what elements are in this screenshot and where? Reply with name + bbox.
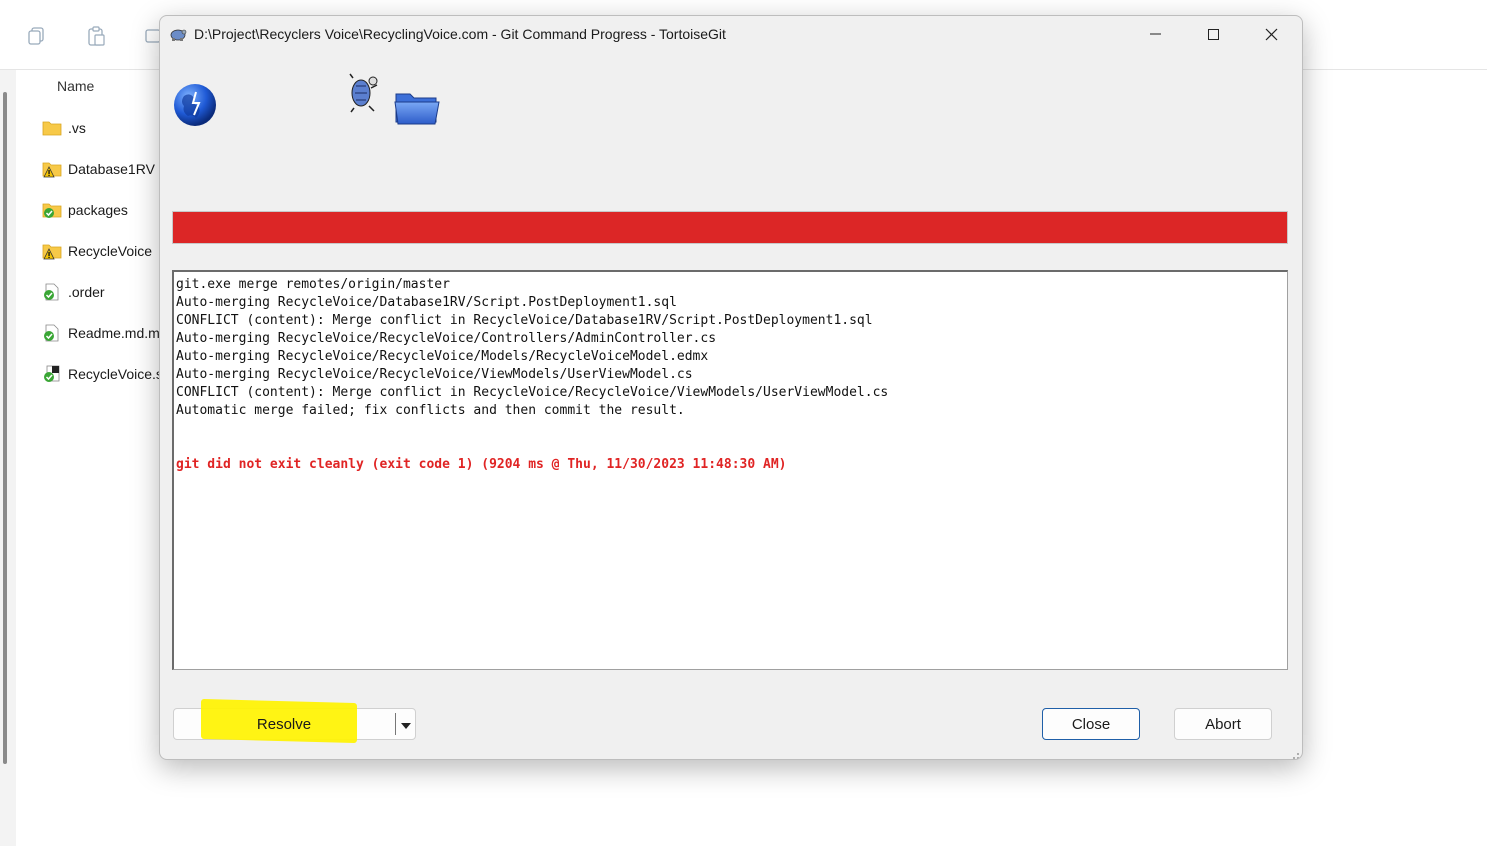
title-bar[interactable]: D:\Project\Recyclers Voice\RecyclingVoic…	[160, 16, 1302, 52]
folder-conflict-icon	[42, 242, 62, 260]
close-window-button[interactable]	[1242, 16, 1300, 52]
file-row[interactable]: packages	[42, 200, 128, 220]
folder-conflict-icon	[42, 160, 62, 178]
file-name: packages	[68, 202, 128, 218]
folder-icon	[42, 119, 62, 137]
log-line: Automatic merge failed; fix conflicts an…	[176, 403, 685, 418]
file-row[interactable]: .order	[42, 282, 105, 302]
log-line: CONFLICT (content): Merge conflict in Re…	[176, 313, 873, 328]
log-line: git.exe merge remotes/origin/master	[176, 277, 450, 292]
caret-down-icon	[401, 716, 411, 733]
file-ok-icon	[42, 283, 62, 301]
solution-ok-icon	[42, 365, 62, 383]
resolve-label: Resolve	[256, 715, 312, 733]
tortoisegit-icon	[169, 26, 187, 42]
log-line: Auto-merging RecycleVoice/Database1RV/Sc…	[176, 295, 677, 310]
globe-icon	[172, 82, 218, 128]
abort-button[interactable]: Abort	[1174, 708, 1272, 740]
file-ok-icon	[42, 324, 62, 342]
file-row[interactable]: RecycleVoice.s	[42, 364, 163, 384]
folder-ok-icon	[42, 201, 62, 219]
progress-animation	[160, 60, 1302, 210]
abort-label: Abort	[1205, 715, 1241, 733]
resolve-button[interactable]: Resolve	[174, 709, 394, 739]
file-row[interactable]: .vs	[42, 118, 86, 138]
file-name: RecycleVoice	[68, 243, 153, 259]
minimize-button[interactable]	[1126, 16, 1184, 52]
error-line: git did not exit cleanly (exit code 1) (…	[176, 457, 787, 472]
close-label: Close	[1071, 715, 1111, 733]
file-name: Database1RV	[68, 161, 155, 177]
paste-icon[interactable]	[86, 26, 106, 46]
file-name: Readme.md.m	[68, 325, 160, 341]
maximize-button[interactable]	[1184, 16, 1242, 52]
progress-bar	[172, 211, 1288, 244]
log-line: CONFLICT (content): Merge conflict in Re…	[176, 385, 889, 400]
log-line: Auto-merging RecycleVoice/RecycleVoice/V…	[176, 367, 693, 382]
git-progress-dialog: D:\Project\Recyclers Voice\RecyclingVoic…	[159, 15, 1303, 760]
file-row[interactable]: RecycleVoice	[42, 241, 152, 261]
log-line: Auto-merging RecycleVoice/RecycleVoice/M…	[176, 349, 709, 364]
copy-icon[interactable]	[26, 26, 46, 46]
resolve-split-button[interactable]: Resolve	[173, 698, 416, 744]
file-name: .vs	[68, 120, 86, 136]
resolve-dropdown-button[interactable]	[396, 709, 416, 739]
file-row[interactable]: Database1RV	[42, 159, 155, 179]
turtle-icon	[347, 70, 381, 116]
explorer-scrollbar[interactable]	[3, 92, 7, 764]
folder-icon	[392, 82, 442, 128]
file-name: RecycleVoice.s	[68, 366, 163, 382]
column-header-name[interactable]: Name	[57, 78, 94, 94]
log-line: Auto-merging RecycleVoice/RecycleVoice/C…	[176, 331, 717, 346]
file-row[interactable]: Readme.md.m	[42, 323, 160, 343]
window-title: D:\Project\Recyclers Voice\RecyclingVoic…	[194, 26, 726, 42]
output-log[interactable]: git.exe merge remotes/origin/master Auto…	[172, 270, 1288, 670]
close-button[interactable]: Close	[1042, 708, 1140, 740]
file-name: .order	[68, 284, 105, 300]
resize-grip-icon[interactable]	[1290, 747, 1300, 759]
